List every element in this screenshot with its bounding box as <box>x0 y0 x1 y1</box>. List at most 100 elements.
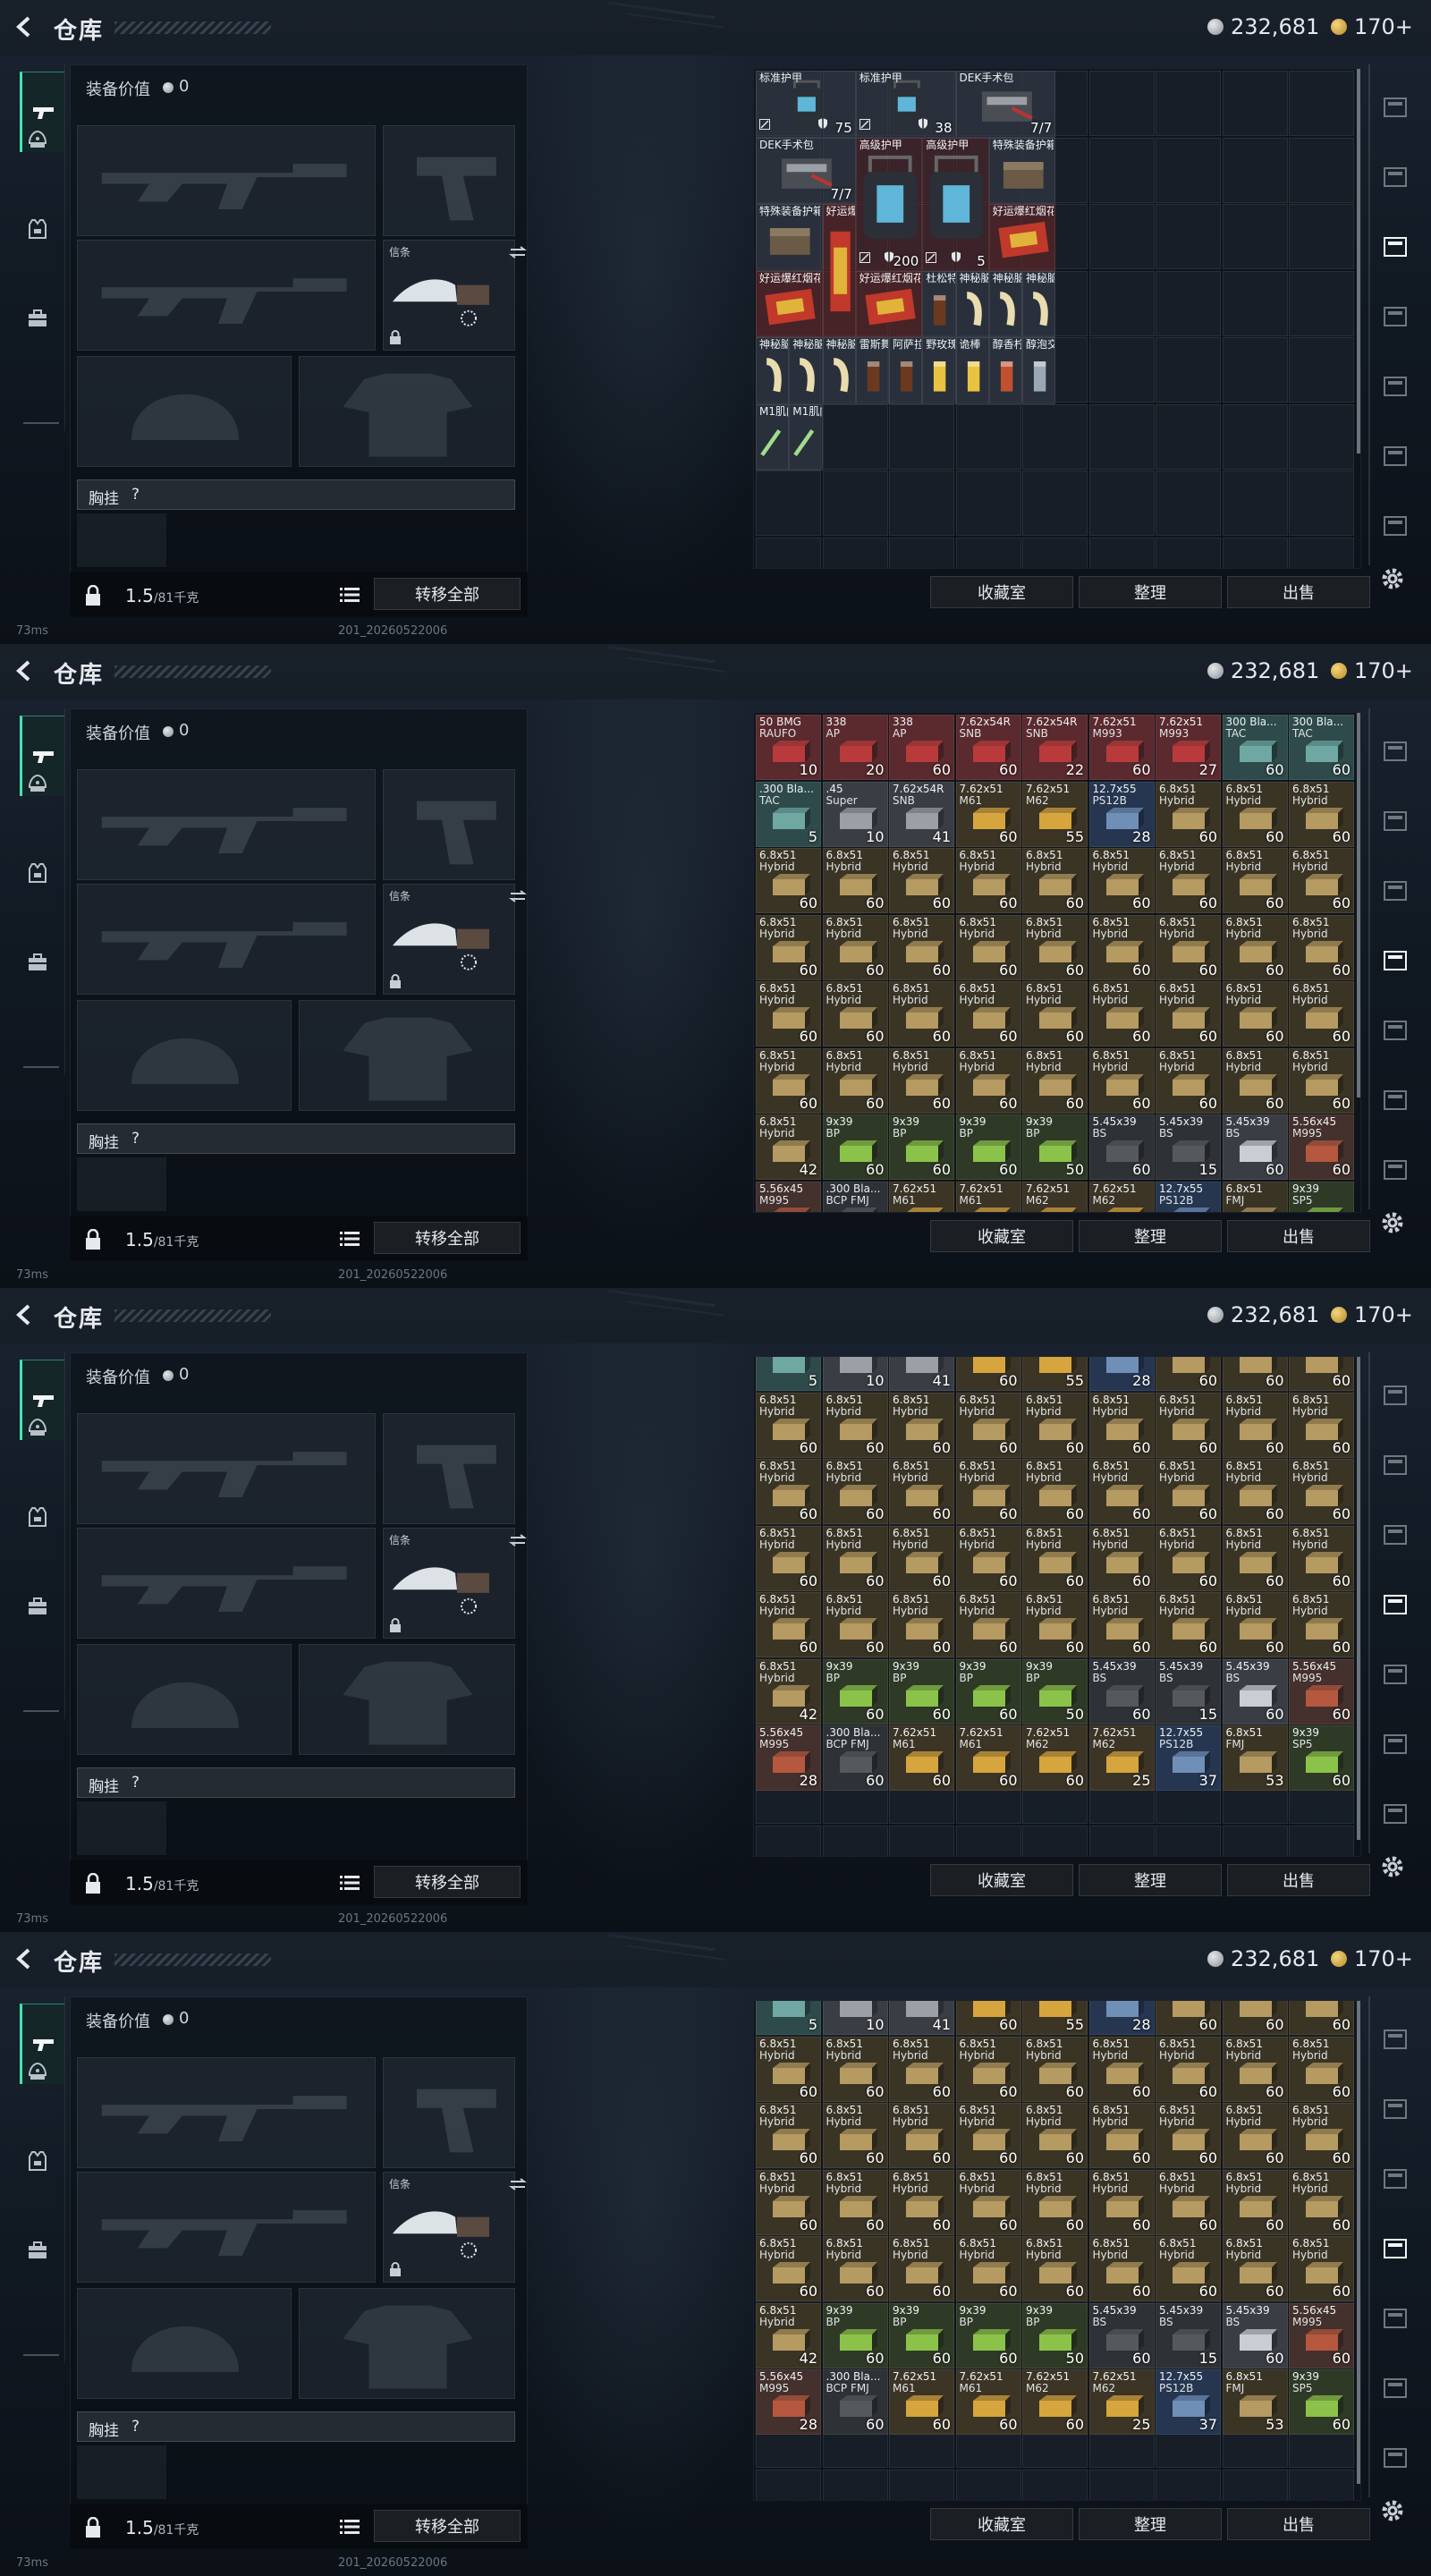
ammo-stack[interactable]: 6.8x51 Hybrid 60 <box>1222 848 1288 913</box>
storage-tab-7[interactable] <box>1377 2442 1413 2474</box>
storage-tab-6[interactable] <box>1377 1084 1413 1116</box>
helmet-slot[interactable] <box>77 2288 292 2399</box>
ammo-stack[interactable]: 6.8x51 Hybrid 60 <box>1022 1459 1088 1524</box>
nav-vest-tab[interactable] <box>18 855 57 894</box>
storage-tab-4[interactable] <box>1377 301 1413 333</box>
armor-slot[interactable] <box>299 1644 515 1755</box>
ammo-stack[interactable]: 9x39 BP 60 <box>955 1114 1021 1180</box>
ammo-stack[interactable]: 7.62x51 M62 60 <box>1022 1725 1088 1791</box>
ammo-stack[interactable]: 6.8x51 Hybrid 60 <box>889 2103 954 2168</box>
storage-tab-3[interactable] <box>1377 1519 1413 1551</box>
ammo-stack[interactable]: 6.8x51 Hybrid 60 <box>1222 914 1288 980</box>
ammo-stack[interactable]: 6.8x51 Hybrid 60 <box>1289 2036 1354 2102</box>
ammo-stack[interactable]: 60 <box>955 2001 1021 2035</box>
ammo-stack[interactable]: 12.7x55 PS12B 37 <box>1156 2369 1221 2435</box>
ammo-stack[interactable]: 6.8x51 Hybrid 60 <box>955 2169 1021 2235</box>
back-icon[interactable] <box>13 1946 38 1971</box>
ammo-stack[interactable]: 6.8x51 Hybrid 60 <box>1088 2103 1155 2168</box>
ammo-stack[interactable]: 6.8x51 Hybrid 60 <box>1156 848 1221 913</box>
ammo-stack[interactable]: 300 Bla... TAC 60 <box>1222 715 1288 780</box>
ammo-stack[interactable]: 6.8x51 Hybrid 60 <box>1022 914 1088 980</box>
sidearm-slot[interactable] <box>383 125 515 236</box>
ammo-stack[interactable]: 7.62x51 M62 25 <box>1088 1725 1155 1791</box>
ammo-stack[interactable]: 9x39 BP 60 <box>822 1114 888 1180</box>
ammo-stack[interactable]: 60 <box>955 1357 1021 1391</box>
helmet-slot[interactable] <box>77 1644 292 1755</box>
ammo-stack[interactable]: 6.8x51 Hybrid 60 <box>1088 2036 1155 2102</box>
chest-help-icon[interactable]: ? <box>131 1774 140 1792</box>
ammo-stack[interactable]: 6.8x51 Hybrid 60 <box>756 1459 821 1524</box>
ammo-stack[interactable]: 6.8x51 Hybrid 60 <box>955 1592 1021 1657</box>
nav-helmet-tab[interactable] <box>18 766 57 805</box>
helmet-slot[interactable] <box>77 1000 292 1111</box>
ammo-stack[interactable]: 6.8x51 Hybrid 60 <box>1289 781 1354 847</box>
stash-item[interactable]: 好运爆红烟花 <box>855 270 923 337</box>
ammo-stack[interactable]: 6.8x51 FMJ 53 <box>1222 2369 1288 2435</box>
ammo-stack[interactable]: 6.8x51 FMJ <box>1222 1181 1288 1212</box>
primary-weapon-slot[interactable] <box>77 1413 376 1524</box>
ammo-stack[interactable]: 6.8x51 Hybrid 60 <box>756 1525 821 1591</box>
secondary-weapon-slot[interactable] <box>77 884 376 995</box>
chest-rig-slot[interactable]: 胸挂? <box>77 479 515 510</box>
ammo-stack[interactable]: 5.45x39 BS 15 <box>1156 1114 1221 1180</box>
ammo-stack[interactable]: .45 Super 10 <box>822 781 888 847</box>
ammo-stack[interactable]: 6.8x51 Hybrid 60 <box>1022 848 1088 913</box>
sort-button[interactable]: 整理 <box>1079 576 1222 608</box>
ammo-stack[interactable]: 7.62x54R SNB 22 <box>1022 715 1088 780</box>
armor-slot[interactable] <box>299 1000 515 1111</box>
stash-item[interactable]: 好运爆红烟花 <box>756 270 823 337</box>
collection-room-button[interactable]: 收藏室 <box>930 576 1073 608</box>
storage-tab-7[interactable] <box>1377 510 1413 542</box>
ammo-stack[interactable]: 6.8x51 Hybrid 60 <box>1289 1392 1354 1458</box>
ammo-stack[interactable]: 6.8x51 Hybrid 60 <box>1022 1392 1088 1458</box>
collection-room-button[interactable]: 收藏室 <box>930 2508 1073 2540</box>
ammo-stack[interactable]: 5.45x39 BS 60 <box>1222 1658 1288 1724</box>
stash-item[interactable]: 神秘脑机 <box>789 337 823 404</box>
storage-tab-5[interactable] <box>1377 1658 1413 1690</box>
storage-tab-7[interactable] <box>1377 1154 1413 1186</box>
storage-tab-1[interactable] <box>1377 1379 1413 1411</box>
sell-button[interactable]: 出售 <box>1227 576 1370 608</box>
ammo-stack[interactable]: 6.8x51 Hybrid 60 <box>1088 2236 1155 2301</box>
sidearm-slot[interactable] <box>383 1413 515 1524</box>
ammo-stack[interactable]: 6.8x51 Hybrid 60 <box>1022 2169 1088 2235</box>
stash-item[interactable]: 标准护甲 75 <box>756 71 856 138</box>
storage-tab-7[interactable] <box>1377 1798 1413 1830</box>
collection-room-button[interactable]: 收藏室 <box>930 1864 1073 1896</box>
ammo-stack[interactable]: 60 <box>1222 2001 1288 2035</box>
ammo-stack[interactable]: 6.8x51 Hybrid 60 <box>1022 1047 1088 1114</box>
ammo-stack[interactable]: 6.8x51 FMJ 53 <box>1222 1725 1288 1791</box>
storage-tab-2[interactable] <box>1377 2093 1413 2125</box>
ammo-stack[interactable]: 7.62x51 M993 60 <box>1088 715 1155 780</box>
stash-grid-panel[interactable]: 标准护甲 75 标准护甲 38 DEK手术包 7/7 DEK手术包 7/7 高级护甲 200 高级护… <box>753 68 1361 569</box>
ammo-stack[interactable]: 6.8x51 Hybrid 60 <box>756 1392 821 1458</box>
chest-rig-slot[interactable]: 胸挂? <box>77 2411 515 2442</box>
list-icon[interactable] <box>340 1875 360 1894</box>
ammo-stack[interactable]: 5 <box>756 2001 821 2035</box>
ammo-stack[interactable]: 6.8x51 Hybrid 60 <box>1289 2236 1354 2301</box>
storage-tab-6[interactable] <box>1377 1728 1413 1760</box>
stash-item[interactable]: 醇泡交融 <box>1022 337 1056 404</box>
nav-vest-tab[interactable] <box>18 2143 57 2182</box>
ammo-stack[interactable]: 6.8x51 Hybrid 60 <box>1222 1459 1288 1524</box>
ammo-stack[interactable]: 7.62x51 M61 60 <box>889 1725 954 1791</box>
ammo-stack[interactable]: 6.8x51 Hybrid 60 <box>1022 2036 1088 2102</box>
ammo-stack[interactable]: 9x39 BP 60 <box>955 1658 1021 1724</box>
stash-item[interactable]: DEK手术包 7/7 <box>955 71 1056 138</box>
ammo-stack[interactable]: 6.8x51 Hybrid 60 <box>1088 848 1155 913</box>
storage-tab-6[interactable] <box>1377 440 1413 472</box>
ammo-stack[interactable]: 6.8x51 Hybrid 60 <box>889 2169 954 2235</box>
stash-item[interactable]: 野玫瑰 <box>922 337 956 404</box>
ammo-stack[interactable]: 7.62x51 M993 27 <box>1156 715 1221 780</box>
ammo-stack[interactable]: 12.7x55 PS12B <box>1156 1181 1221 1212</box>
ammo-stack[interactable]: 6.8x51 Hybrid 60 <box>889 2236 954 2301</box>
ammo-stack[interactable]: 6.8x51 Hybrid 60 <box>955 1392 1021 1458</box>
ammo-stack[interactable]: 55 <box>1022 2001 1088 2035</box>
ammo-stack[interactable]: 6.8x51 Hybrid 60 <box>1289 1525 1354 1591</box>
stash-item[interactable]: 阿萨拉风情 <box>889 337 923 404</box>
ammo-stack[interactable]: 6.8x51 Hybrid 60 <box>1222 981 1288 1046</box>
ammo-stack[interactable]: 41 <box>889 2001 954 2035</box>
ammo-stack[interactable]: 5.45x39 BS 15 <box>1156 2302 1221 2368</box>
storage-tab-3[interactable] <box>1377 2163 1413 2195</box>
stash-item[interactable]: 好运爆红烟花 <box>988 204 1056 271</box>
